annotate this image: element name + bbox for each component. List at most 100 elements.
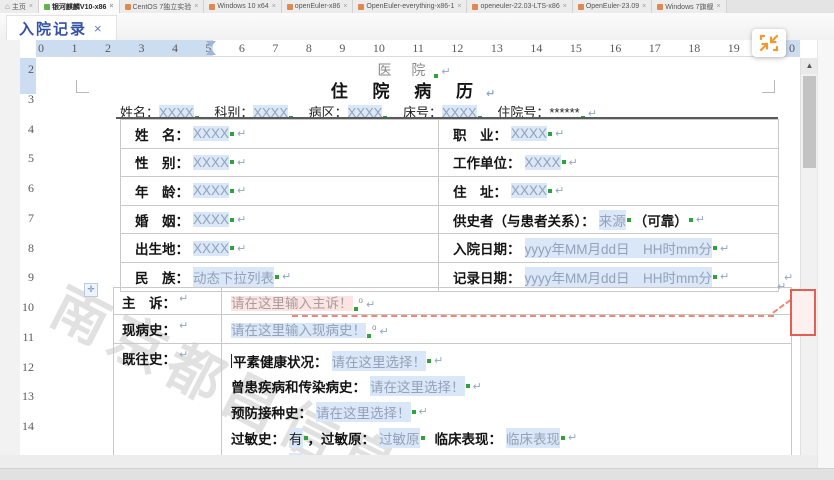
vm-icon [44,4,50,10]
field-value[interactable]: XXXX [511,183,547,198]
ruler-number: 13 [22,389,34,404]
close-icon[interactable]: × [716,3,720,10]
field-value[interactable]: 动态下拉列表 [193,267,274,287]
placeholder-text[interactable]: 请在这里输入现病史！ [231,323,366,338]
first-line-indent-marker[interactable] [206,41,216,47]
hanging-indent-marker[interactable] [206,49,216,55]
info-cell[interactable]: 住 址：XXXX↵ [439,177,778,205]
past-history-field[interactable]: 平素健康状况：请在这里选择！↵ 曾患疾病和传染病史：请在这里选择！↵ 预防接种史… [222,344,791,455]
chief-complaint-field[interactable]: 请在这里输入主诉！o↵ [222,288,791,314]
field-value[interactable]: XXXX [193,212,229,227]
close-icon[interactable]: × [343,3,347,10]
info-cell[interactable]: 供史者（与患者关系）：来源（可靠）↵ [439,206,778,234]
vm-tab-win7[interactable]: Windows 7旗舰 × [652,0,726,13]
field-value[interactable]: XXXX [525,155,561,170]
vertical-ruler[interactable]: 234567891011121314 [20,58,37,455]
field-value[interactable]: XXXX [511,126,547,141]
annotation-marker-box[interactable] [790,289,816,336]
field-label: 姓 名： [135,124,189,144]
field-value[interactable]: XXXX [193,241,229,256]
past-history-line[interactable]: 过敏史：有，过敏原：过敏原临床表现：临床表现↵ [231,425,791,451]
vm-tab-home[interactable]: ⌂ 主页 × [0,0,39,13]
vm-tab-kylin[interactable]: 银河麒麟V10-x86 × [39,0,120,13]
vertical-scrollbar[interactable]: ▲ [800,58,818,468]
close-icon[interactable]: × [94,21,104,36]
paragraph-mark: ↵ [179,292,188,305]
field-value[interactable]: yyyy年MM月dd日 HH时mm分 [525,238,713,258]
text-cursor [231,354,232,368]
field-value[interactable]: XXXX [193,155,229,170]
ruler-number: 11 [22,330,34,345]
ruler-number: 2 [105,41,111,56]
row-label-cell[interactable]: 现病史：↵ [114,315,222,343]
content-control-mark [275,275,279,279]
vm-icon [209,4,215,10]
past-history-line[interactable]: 平素健康状况：请在这里选择！↵ [231,348,791,374]
content-control-mark [421,436,425,440]
info-cell[interactable]: 年 龄：XXXX↵ [121,177,439,205]
allergy-value[interactable]: 有 [289,428,303,448]
ruler-number: 2 [28,62,34,77]
row-label-cell[interactable]: 主 诉：↵ [114,288,222,314]
ruler-numbers: 012345678910111213141516171819 [38,40,740,56]
paragraph-mark: ↵ [473,380,482,393]
vm-tab-openeuler-everything[interactable]: OpenEuler-everything-x86-1 × [353,0,467,13]
field-label: 记录日期： [453,267,521,287]
field-value[interactable]: 来源 [599,210,626,230]
content-control-mark [230,218,234,222]
field-label: 供史者（与患者关系）： [453,210,595,230]
info-cell[interactable]: 姓 名：XXXX↵ [121,120,439,148]
vm-tab-openeuler-lts[interactable]: openeuler-22.03-LTS-x86 × [467,0,572,13]
horizontal-scrollbar[interactable] [0,468,834,480]
field-value[interactable]: XXXX [193,183,229,198]
vm-tab-centos[interactable]: CentOS 7独立实验 × [120,0,205,13]
field-value[interactable]: XXXX [193,126,229,141]
placeholder-text[interactable]: 请在这里输入主诉！ [231,296,353,311]
ruler-number: 3 [28,92,34,107]
patient-info-table: 姓 名：XXXX↵ 职 业：XXXX↵ 性 别：XXXX↵ 工作单位：XXXX↵… [120,119,779,292]
close-icon[interactable]: × [563,3,567,10]
past-history-line[interactable]: 曾患疾病和传染病史：请在这里选择！↵ [231,374,791,400]
record-table: 主 诉：↵ 请在这里输入主诉！o↵ 现病史：↵ 请在这里输入现病史！o↵ 既往史… [113,287,792,455]
field-value[interactable]: yyyy年MM月dd日 HH时mm分 [525,267,713,287]
close-icon[interactable]: × [272,3,276,10]
vm-tab-openeuler-2309[interactable]: OpenEuler-23.09 × [573,0,652,13]
field-label: 性 别： [135,152,189,172]
row-label-cell[interactable]: 既往史：↵ [114,344,222,455]
close-icon[interactable]: × [194,3,198,10]
past-history-line[interactable]: 预防接种史：请在这里选择！↵ [231,399,791,425]
document-page[interactable]: 南京都昌信息科技有限公司 医 院↵ 住 院 病 历↵ 姓名：XXXX 科别：XX… [36,58,800,455]
placeholder-text[interactable]: 临床表现 [506,428,560,448]
scrollbar-thumb[interactable] [803,76,816,168]
close-icon[interactable]: × [457,3,461,10]
field-label: 入院日期： [453,238,521,258]
info-cell[interactable]: 入院日期：yyyy年MM月dd日 HH时mm分↵ [439,234,778,262]
hospital-title-text: 医 院 [377,62,433,78]
scroll-up-button[interactable]: ▲ [801,58,818,74]
content-control-mark [548,132,552,136]
placeholder-text[interactable]: 请在这里选择！ [332,351,427,371]
placeholder-text[interactable]: 请在这里选择！ [316,402,411,422]
vm-tab-label: 银河麒麟V10-x86 [52,2,106,12]
table-row: 姓 名：XXXX↵ 职 业：XXXX↵ [121,120,778,149]
placeholder-text[interactable]: 过敏原 [379,428,420,448]
info-cell[interactable]: 性 别：XXXX↵ [121,149,439,177]
tab-admission-record[interactable]: 入院记录 × [6,15,117,40]
field-label: 婚 姻： [135,210,189,230]
field-label: 出生地： [135,238,189,258]
close-icon[interactable]: × [109,3,113,10]
collapse-fullscreen-button[interactable] [752,29,786,57]
info-cell[interactable]: 职 业：XXXX↵ [439,120,778,148]
vm-icon [287,4,293,10]
close-icon[interactable]: × [642,3,646,10]
info-cell[interactable]: 工作单位：XXXX↵ [439,149,778,177]
placeholder-text[interactable]: 请在这里选择！ [370,376,465,396]
vm-tab-win10[interactable]: Windows 10 x64 × [204,0,281,13]
info-cell[interactable]: 婚 姻：XXXX↵ [121,206,439,234]
horizontal-ruler[interactable]: 012345678910111213141516171819 0 [36,40,800,57]
table-move-handle[interactable]: ✛ [84,283,98,297]
vm-tab-openeuler[interactable]: openEuler-x86 × [282,0,354,13]
close-icon[interactable]: × [29,3,33,10]
info-cell[interactable]: 出生地：XXXX↵ [121,234,439,262]
present-illness-field[interactable]: 请在这里输入现病史！o↵ [222,315,791,343]
